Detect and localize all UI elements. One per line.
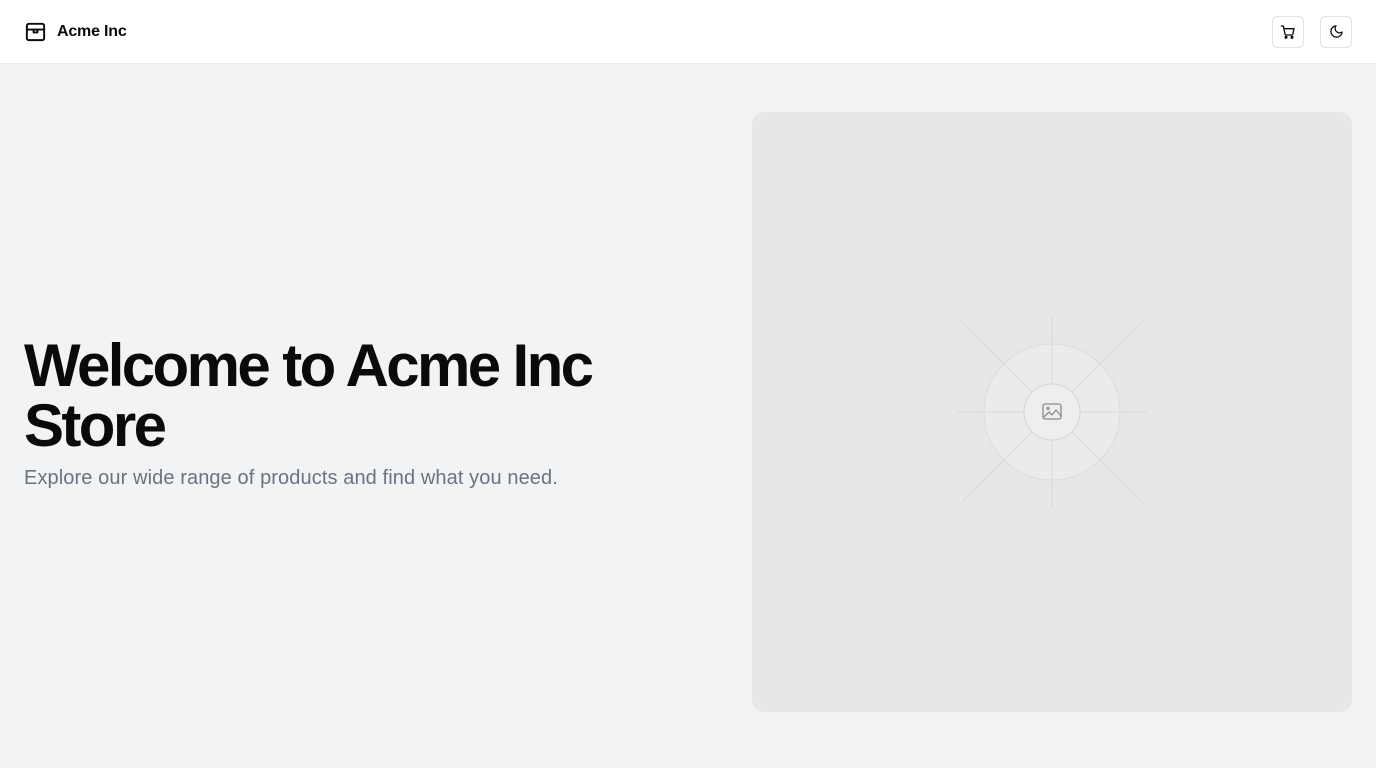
shopping-cart-icon xyxy=(1280,24,1296,40)
placeholder-graphic xyxy=(957,317,1147,507)
site-header: Acme Inc xyxy=(0,0,1376,64)
moon-icon xyxy=(1329,24,1344,39)
brand-name: Acme Inc xyxy=(57,22,127,40)
hero-section: Welcome to Acme Inc Store Explore our wi… xyxy=(24,336,664,492)
hero-title: Welcome to Acme Inc Store xyxy=(24,332,594,459)
brand-link[interactable]: Acme Inc xyxy=(24,20,127,43)
hero-image-placeholder xyxy=(752,112,1352,712)
header-actions xyxy=(1272,15,1352,48)
hero-subtitle: Explore our wide range of products and f… xyxy=(24,467,558,489)
cart-button[interactable] xyxy=(1272,15,1304,48)
theme-toggle-button[interactable] xyxy=(1320,15,1352,48)
package-icon xyxy=(24,20,47,43)
